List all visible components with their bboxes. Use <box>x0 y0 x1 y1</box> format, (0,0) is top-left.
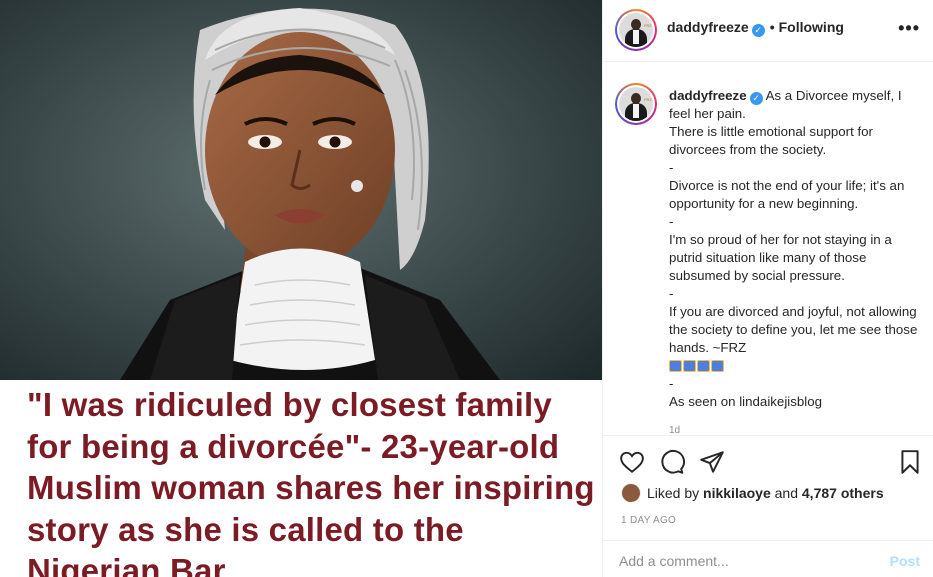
liked-by-prefix: Liked by <box>647 485 700 501</box>
caption-line: - <box>669 160 674 175</box>
bookmark-icon[interactable] <box>897 449 923 475</box>
headline-card: "I was ridiculed by closest family for b… <box>0 380 602 577</box>
raised-hands-emoji-icon <box>697 360 710 373</box>
caption-line: - <box>669 286 674 301</box>
post-header: FRZ daddyfreeze ✓ • Following ••• <box>603 0 933 62</box>
caption-line: If you are divorced and joyful, not allo… <box>669 304 918 355</box>
caption-line: - <box>669 214 674 229</box>
caption-scroll-area[interactable]: FRZ daddyfreeze ✓ As a Divorcee myself, I… <box>603 63 933 436</box>
caption-text: daddyfreeze ✓ As a Divorcee myself, I fee… <box>669 87 919 411</box>
verified-badge-icon: ✓ <box>751 24 765 37</box>
comment-icon[interactable] <box>659 449 685 475</box>
caption-line: I'm so proud of her for not staying in a… <box>669 232 892 283</box>
headline-text: "I was ridiculed by closest family for b… <box>27 386 595 577</box>
following-button[interactable]: Following <box>779 19 844 35</box>
post-date: 1 DAY AGO <box>621 515 677 526</box>
raised-hands-emoji-icon <box>683 360 696 373</box>
author-username[interactable]: daddyfreeze <box>667 19 749 35</box>
liker-username[interactable]: nikkilaoye <box>703 485 771 501</box>
post-image[interactable]: "I was ridiculed by closest family for b… <box>0 0 602 577</box>
comment-input[interactable] <box>619 553 869 569</box>
raised-hands-emoji-row <box>669 357 919 375</box>
verified-badge-icon: ✓ <box>749 92 763 105</box>
separator-dot: • <box>769 19 775 35</box>
comment-bar: Post <box>603 540 933 577</box>
caption-line: - <box>669 376 674 391</box>
action-bar <box>603 445 933 479</box>
raised-hands-emoji-icon <box>669 360 682 373</box>
post-side-panel: FRZ daddyfreeze ✓ • Following ••• FRZ daddy… <box>602 0 933 577</box>
portrait-photo <box>0 0 602 380</box>
likes-others-link[interactable]: 4,787 others <box>802 485 884 501</box>
heart-icon[interactable] <box>619 449 645 475</box>
likes-summary: Liked by nikkilaoye and 4,787 others <box>621 483 884 503</box>
caption-author-avatar[interactable]: FRZ <box>615 83 657 125</box>
caption-username[interactable]: daddyfreeze <box>669 88 747 103</box>
liked-by-conjunction: and <box>774 485 798 501</box>
author-avatar[interactable]: FRZ <box>615 9 657 51</box>
header-line: daddyfreeze ✓ • Following <box>667 19 844 37</box>
caption-line: As seen on lindaikejisblog <box>669 394 823 409</box>
liker-avatar[interactable] <box>621 483 641 503</box>
caption-line: Divorce is not the end of your life; it'… <box>669 178 905 211</box>
raised-hands-emoji-icon <box>711 360 724 373</box>
caption-line: There is little emotional support for di… <box>669 124 873 157</box>
more-options-icon[interactable]: ••• <box>898 18 920 39</box>
post-comment-button[interactable]: Post <box>890 553 920 569</box>
paper-plane-icon[interactable] <box>699 449 725 475</box>
caption-timestamp: 1d <box>669 425 681 436</box>
